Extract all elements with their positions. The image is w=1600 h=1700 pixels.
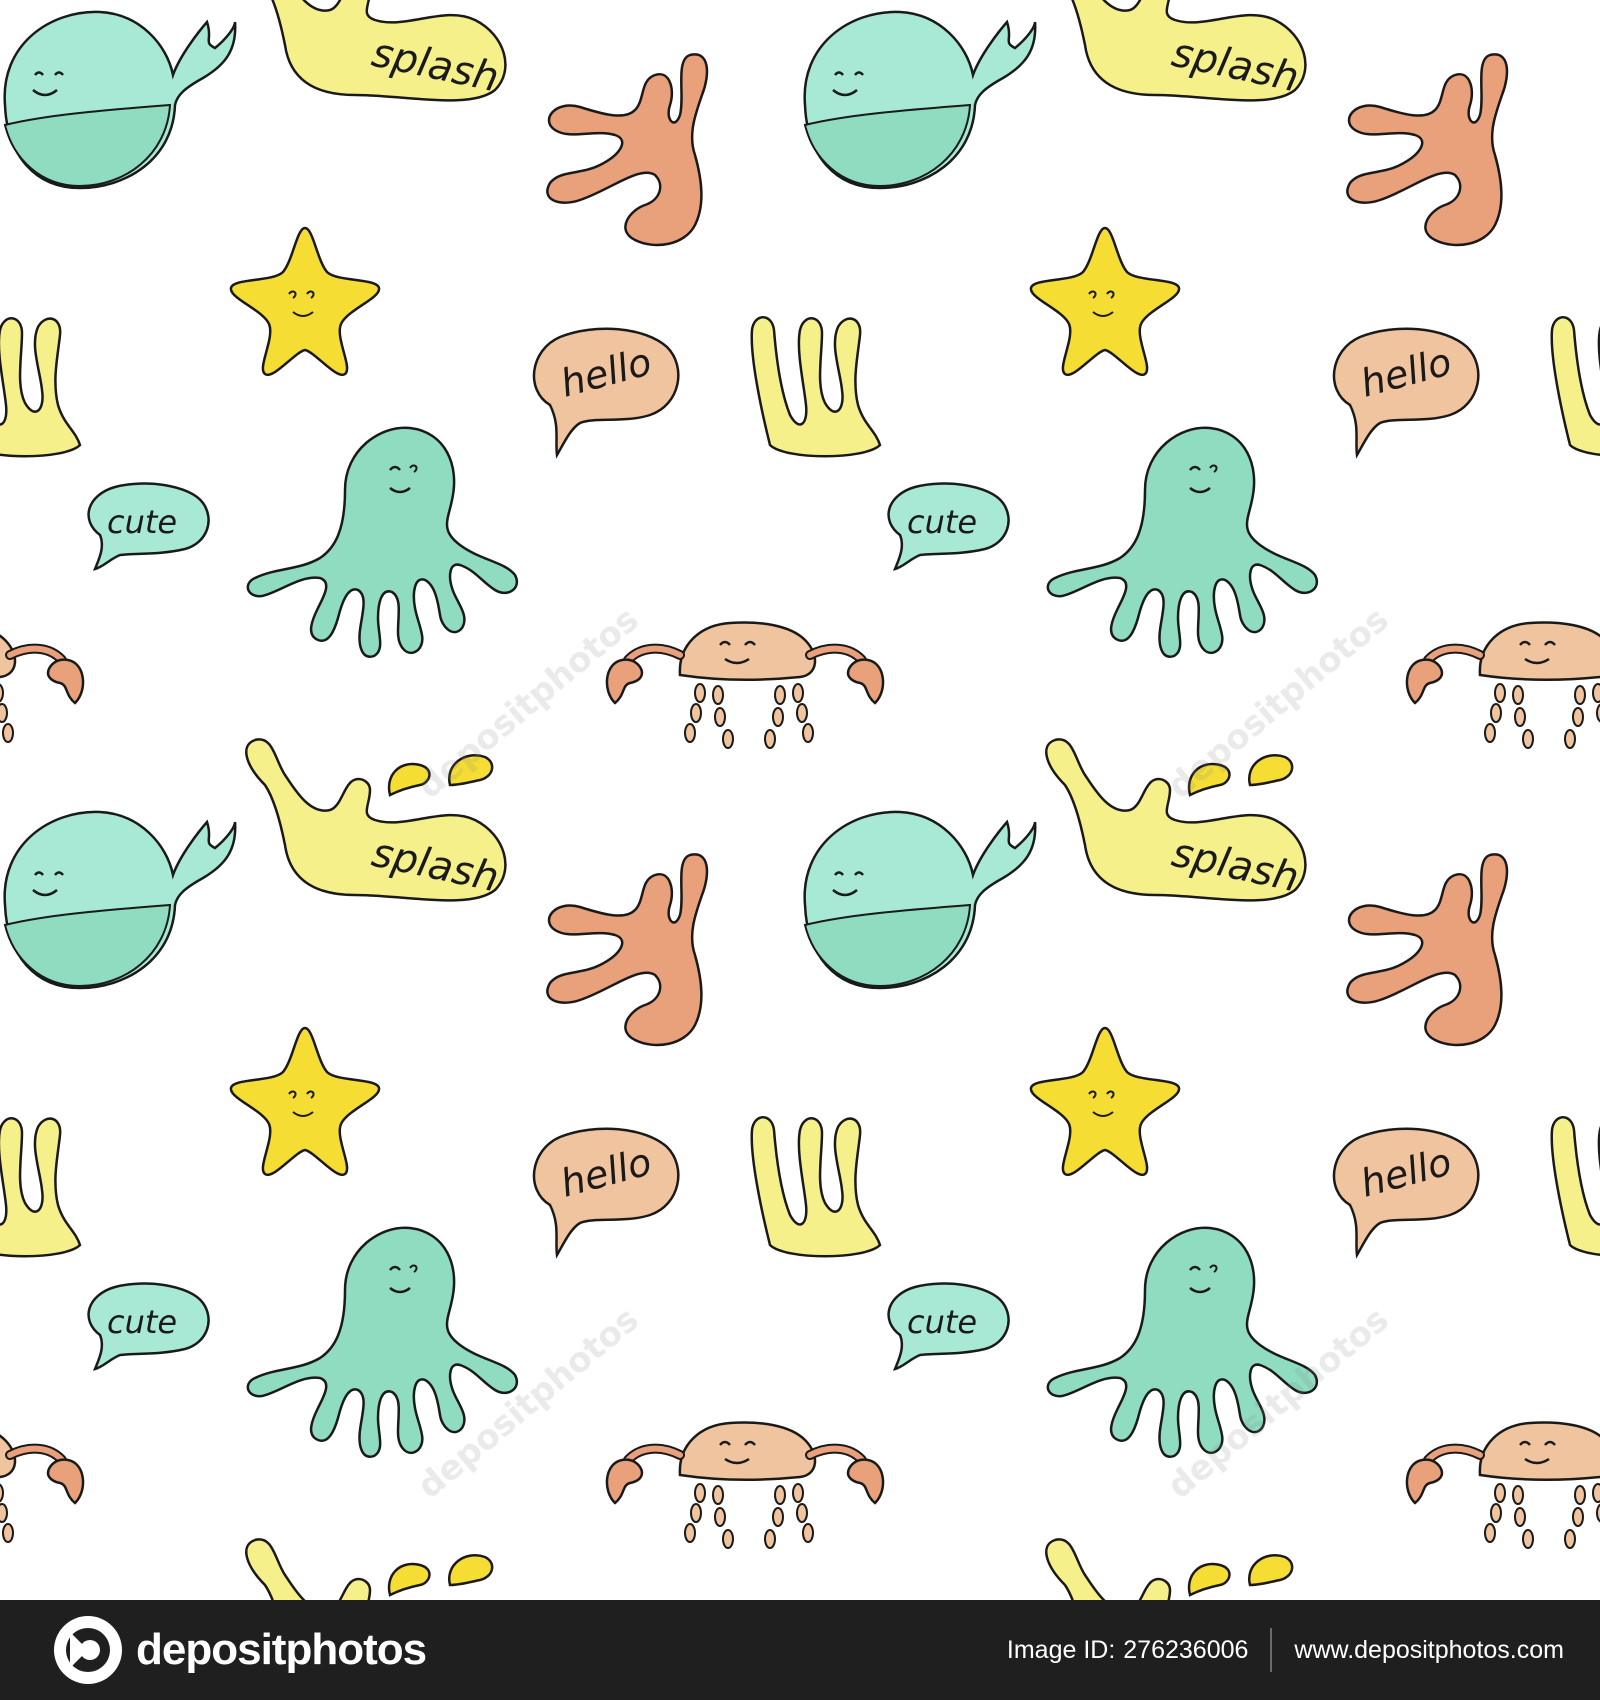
brand-logo[interactable]: depositphotos [50, 1612, 427, 1688]
sea-creatures-pattern: splash hello cute [0, 0, 1600, 1600]
image-id-label: Image ID: [1006, 1635, 1116, 1664]
website-link[interactable]: www.depositphotos.com [1294, 1636, 1564, 1665]
image-id-value: 276236006 [1123, 1635, 1249, 1664]
footer-bar: depositphotos Image ID: 276236006 www.de… [0, 1600, 1600, 1700]
footer-divider [1270, 1628, 1273, 1672]
depositphotos-logo-icon [54, 1616, 122, 1684]
brand-name: depositphotos [136, 1625, 427, 1674]
